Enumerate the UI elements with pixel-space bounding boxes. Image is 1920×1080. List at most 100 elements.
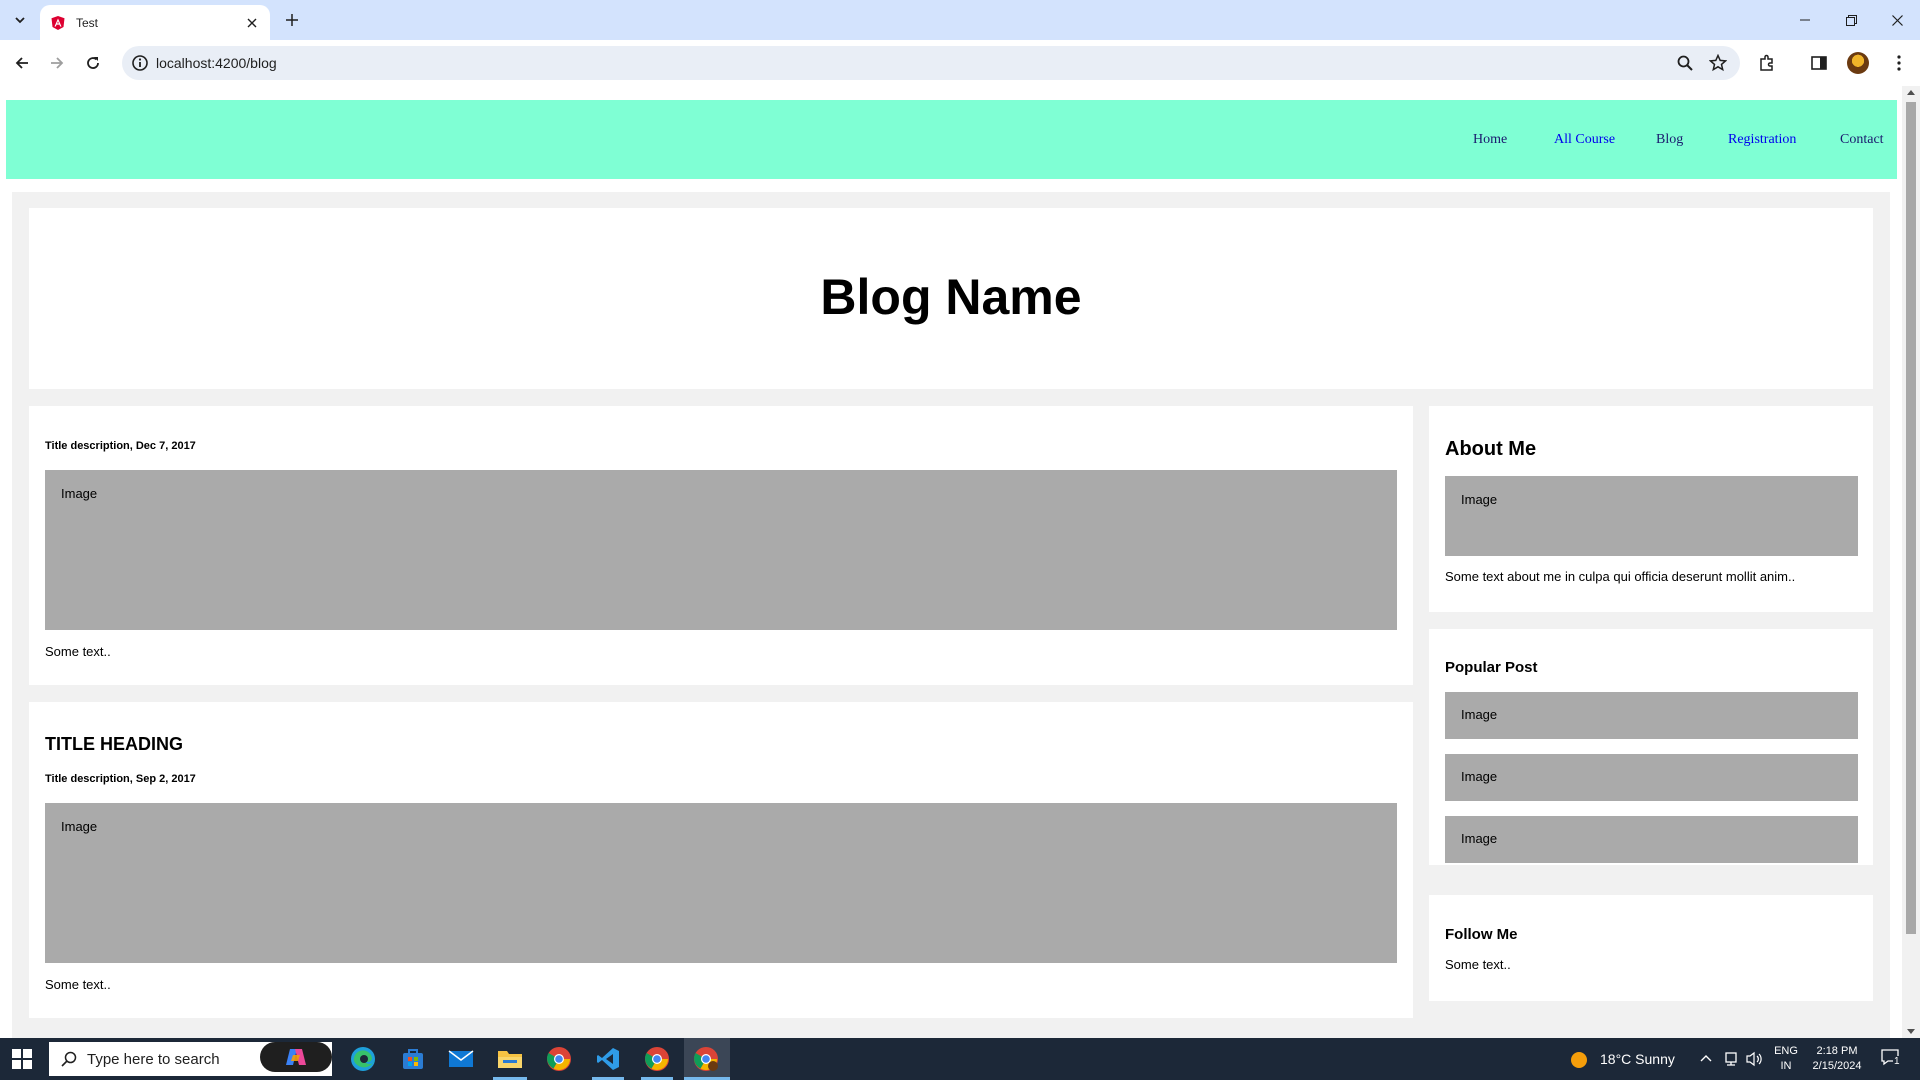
post-heading: TITLE HEADING — [45, 734, 183, 754]
windows-taskbar: Type here to search 18°C Sunny ENG IN 2:… — [0, 1038, 1920, 1080]
popular-post-title: Popular Post — [1445, 659, 1538, 676]
weather-text[interactable]: 18°C Sunny — [1600, 1051, 1675, 1067]
page-viewport: Home All Course Blog Registration Contac… — [0, 86, 1902, 1038]
follow-me-title: Follow Me — [1445, 926, 1518, 943]
restore-icon — [1845, 14, 1857, 26]
close-window-button[interactable] — [1874, 0, 1920, 40]
microsoft-store-icon[interactable] — [398, 1044, 428, 1074]
language-bottom: IN — [1780, 1060, 1792, 1072]
image-label: Image — [61, 819, 98, 834]
chrome-app-icon[interactable] — [544, 1044, 574, 1074]
plus-icon — [286, 14, 298, 26]
popular-post-item[interactable]: Image — [1445, 816, 1858, 863]
search-placeholder: Type here to search — [87, 1051, 220, 1068]
language-top: ENG — [1774, 1045, 1798, 1057]
side-panel-icon — [1811, 56, 1827, 70]
post-text: Some text.. — [45, 644, 111, 659]
post-card-1: Title description, Dec 7, 2017 Image Som… — [29, 406, 1413, 685]
browser-menu-button[interactable] — [1888, 52, 1910, 74]
post-image-placeholder: Image — [45, 470, 1397, 630]
blog-header: Blog Name — [29, 208, 1873, 389]
site-navbar: Home All Course Blog Registration Contac… — [6, 100, 1897, 179]
angular-logo-icon — [51, 15, 65, 30]
image-label: Image — [1461, 831, 1498, 846]
nav-link-registration[interactable]: Registration — [1728, 132, 1796, 148]
file-explorer-icon[interactable] — [495, 1044, 525, 1074]
tab-title: Test — [76, 15, 99, 30]
restore-button[interactable] — [1828, 0, 1874, 40]
edge-app-icon[interactable] — [348, 1044, 378, 1074]
new-tab-button[interactable] — [281, 9, 303, 31]
bookmark-star-icon[interactable] — [1709, 54, 1727, 72]
image-label: Image — [61, 486, 98, 501]
about-image-placeholder: Image — [1445, 476, 1858, 556]
chrome-app-icon-2[interactable] — [642, 1044, 672, 1074]
popular-post-item[interactable]: Image — [1445, 754, 1858, 801]
forward-arrow-icon — [51, 57, 64, 69]
forward-button[interactable] — [45, 51, 69, 75]
clock-date: 2/15/2024 — [1812, 1060, 1862, 1072]
nav-link-blog[interactable]: Blog — [1656, 132, 1683, 148]
tab-search-button[interactable] — [8, 8, 32, 32]
copilot-icon — [286, 1049, 306, 1065]
scroll-down-arrow-icon[interactable] — [1907, 1029, 1915, 1034]
image-label: Image — [1461, 769, 1498, 784]
chrome-active-window-button[interactable] — [684, 1038, 730, 1080]
post-date: Title description, Sep 2, 2017 — [45, 773, 196, 785]
scroll-thumb[interactable] — [1906, 102, 1916, 934]
address-bar[interactable]: localhost:4200/blog — [122, 46, 1740, 80]
nav-link-all-course[interactable]: All Course — [1554, 132, 1615, 148]
post-text: Some text.. — [45, 977, 111, 992]
post-image-placeholder: Image — [45, 803, 1397, 963]
post-card-2: TITLE HEADING Title description, Sep 2, … — [29, 702, 1413, 1018]
copilot-button[interactable] — [260, 1042, 332, 1072]
profile-avatar[interactable] — [1847, 52, 1869, 74]
close-tab-icon[interactable] — [244, 15, 260, 31]
post-date: Title description, Dec 7, 2017 — [45, 440, 196, 452]
browser-toolbar: localhost:4200/blog — [0, 40, 1920, 86]
chevron-up-icon[interactable] — [1700, 1053, 1712, 1063]
back-button[interactable] — [10, 51, 34, 75]
blog-title: Blog Name — [820, 269, 1082, 325]
more-vertical-icon — [1897, 55, 1901, 71]
side-panel-button[interactable] — [1808, 52, 1830, 74]
follow-me-text: Some text.. — [1445, 957, 1511, 972]
image-label: Image — [1461, 492, 1498, 507]
windows-start-icon[interactable] — [12, 1049, 32, 1069]
minimize-button[interactable] — [1782, 0, 1828, 40]
notification-center-button[interactable]: 1 — [1880, 1048, 1902, 1068]
puzzle-icon — [1760, 54, 1773, 71]
mail-app-icon[interactable] — [446, 1044, 476, 1074]
scroll-up-arrow-icon[interactable] — [1907, 90, 1915, 95]
reload-icon — [87, 57, 99, 69]
back-arrow-icon — [15, 57, 28, 69]
network-icon[interactable] — [1723, 1051, 1739, 1067]
nav-link-contact[interactable]: Contact — [1840, 132, 1884, 148]
minimize-icon — [1800, 19, 1810, 21]
volume-icon[interactable] — [1745, 1051, 1763, 1067]
clock[interactable]: 2:18 PM 2/15/2024 — [1806, 1045, 1868, 1072]
clock-time: 2:18 PM — [1816, 1045, 1858, 1057]
vscode-app-icon[interactable] — [593, 1044, 623, 1074]
close-icon — [1891, 14, 1903, 26]
reload-button[interactable] — [81, 51, 105, 75]
about-me-title: About Me — [1445, 438, 1537, 460]
notification-count: 1 — [1893, 1056, 1901, 1067]
nav-link-home[interactable]: Home — [1473, 132, 1507, 148]
chrome-profile-icon — [694, 1047, 718, 1071]
zoom-icon[interactable] — [1676, 54, 1694, 72]
image-label: Image — [1461, 707, 1498, 722]
popular-post-item[interactable]: Image — [1445, 692, 1858, 739]
search-icon — [61, 1051, 77, 1067]
page-scrollbar[interactable] — [1902, 86, 1920, 1038]
browser-tab-active[interactable]: Test — [40, 5, 270, 40]
weather-sun-icon — [1571, 1052, 1587, 1068]
site-info-icon[interactable] — [131, 54, 149, 72]
popular-post-card: Popular Post Image Image Image — [1429, 629, 1873, 865]
url-text[interactable]: localhost:4200/blog — [156, 55, 277, 71]
browser-tabstrip: Test — [0, 0, 1920, 40]
extensions-button[interactable] — [1756, 52, 1778, 74]
language-indicator[interactable]: ENG IN — [1772, 1045, 1800, 1072]
about-me-card: About Me Image Some text about me in cul… — [1429, 406, 1873, 612]
follow-me-card: Follow Me Some text.. — [1429, 895, 1873, 1001]
